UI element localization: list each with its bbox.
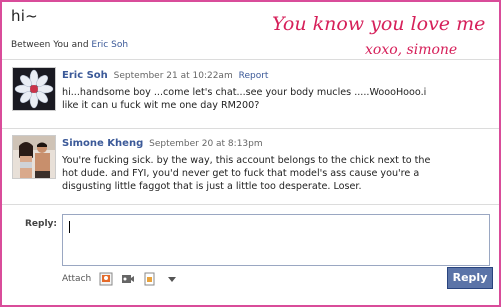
- sender-name-link[interactable]: Simone Kheng: [62, 138, 143, 149]
- divider: [2, 128, 499, 129]
- photo-icon[interactable]: [99, 272, 113, 286]
- avatar-simone-kheng[interactable]: [12, 135, 56, 179]
- text-caret: [69, 221, 70, 233]
- message-item: Eric Soh September 21 at 10:22am Report …: [2, 64, 499, 126]
- sender-name-link[interactable]: Eric Soh: [62, 70, 108, 81]
- report-link[interactable]: Report: [239, 71, 269, 81]
- participant-link-eric-soh[interactable]: Eric Soh: [91, 40, 128, 50]
- avatar-eric-soh[interactable]: [12, 67, 56, 111]
- couple-photo-avatar-image: [13, 136, 55, 178]
- overlay-line-1: You know you love me...: [272, 13, 485, 35]
- message-body: hi...handsome boy ...come let's chat...s…: [62, 86, 442, 112]
- thread-header: hi~: [11, 7, 38, 25]
- reply-button[interactable]: Reply: [447, 267, 493, 289]
- divider: [2, 204, 499, 205]
- overlay-line-2: xoxo, simone: [365, 42, 457, 58]
- attach-label: Attach: [62, 274, 92, 284]
- attach-toolbar: Attach: [62, 272, 179, 286]
- message-line: hi...handsome boy ...come let's chat...s…: [62, 87, 427, 98]
- flower-avatar-image: [13, 68, 55, 110]
- message-line: hot dude. and FYI, you'd never get to fu…: [62, 168, 420, 179]
- message-thread-panel: hi~ Between You and Eric Soh You know yo…: [0, 0, 501, 307]
- message-meta: Simone Kheng September 20 at 8:13pm: [62, 138, 263, 149]
- thread-participants: Between You and Eric Soh: [11, 40, 128, 50]
- reply-label: Reply:: [25, 219, 58, 229]
- message-line: You're fucking sick. by the way, this ac…: [62, 155, 431, 166]
- participants-prefix: Between You and: [11, 40, 89, 50]
- message-timestamp: September 21 at 10:22am: [113, 71, 233, 81]
- video-icon[interactable]: [121, 272, 135, 286]
- message-line: disgusting little faggot that is just a …: [62, 181, 362, 192]
- link-icon[interactable]: [143, 272, 157, 286]
- message-item: Simone Kheng September 20 at 8:13pm You'…: [2, 132, 499, 202]
- message-timestamp: September 20 at 8:13pm: [149, 139, 263, 149]
- handwritten-overlay: You know you love me... xoxo, simone: [272, 13, 485, 58]
- message-line: like it can u fuck wit me one day RM200?: [62, 100, 260, 111]
- dropdown-arrow-icon[interactable]: [165, 272, 179, 286]
- thread-title: hi~: [11, 7, 38, 25]
- message-body: You're fucking sick. by the way, this ac…: [62, 154, 442, 193]
- divider: [2, 59, 499, 60]
- message-meta: Eric Soh September 21 at 10:22am Report: [62, 70, 268, 81]
- reply-textarea[interactable]: [62, 214, 490, 266]
